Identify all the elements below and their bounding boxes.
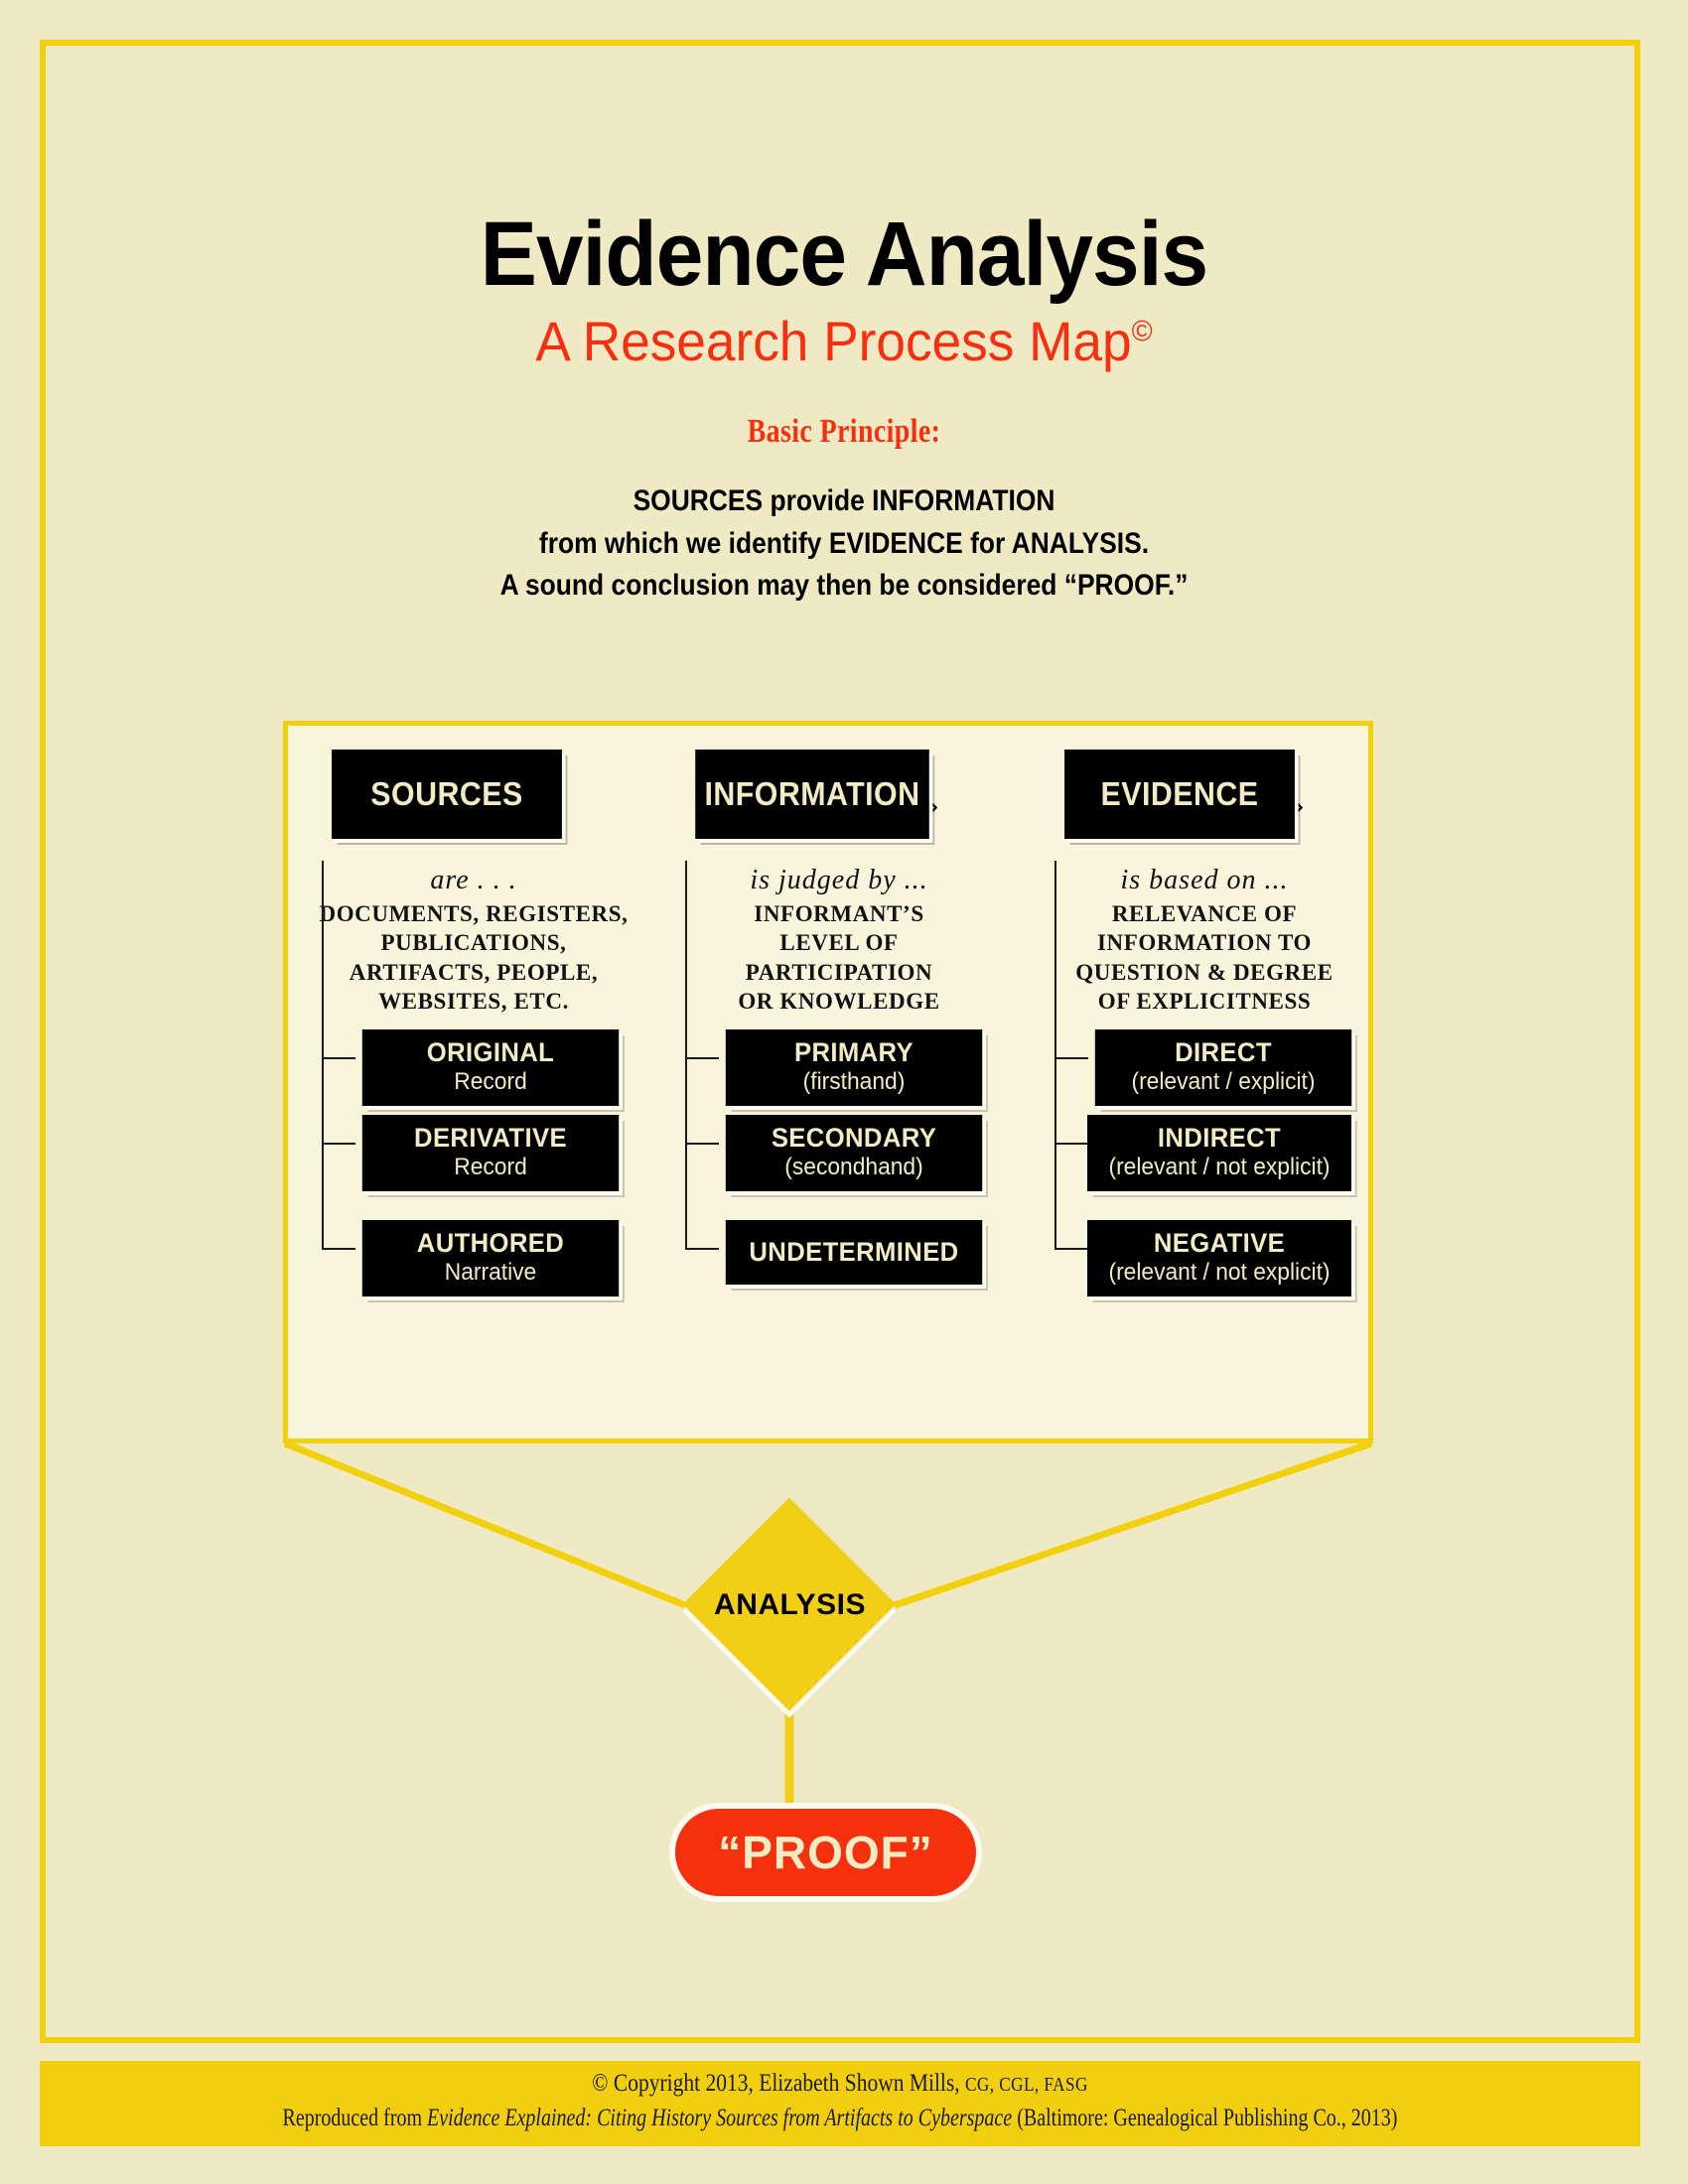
- header-box-information[interactable]: INFORMATION: [695, 750, 929, 839]
- diagram-panel: ⇨ ⇨ SOURCES are . . . DOCUMENTS, REGISTE…: [283, 721, 1373, 1443]
- footer-band: © Copyright 2013, Elizabeth Shown Mills,…: [40, 2061, 1640, 2146]
- header-box-evidence[interactable]: EVIDENCE: [1064, 750, 1295, 839]
- information-body-line: OR KNOWLEDGE: [738, 989, 940, 1015]
- evidence-body-line: RELEVANCE OF: [1111, 901, 1298, 926]
- footer-book-title: Evidence Explained: Citing History Sourc…: [427, 2105, 1013, 2131]
- item-title: INDIRECT: [1157, 1123, 1282, 1153]
- sources-description: are . . . DOCUMENTS, REGISTERS, PUBLICAT…: [310, 865, 637, 1017]
- basic-principle-label: Basic Principle:: [747, 413, 941, 450]
- item-title: SECONDARY: [771, 1123, 937, 1153]
- evidence-body: RELEVANCE OF INFORMATION TO QUESTION & D…: [1041, 899, 1368, 1017]
- principle-line: A sound conclusion may then be considere…: [499, 569, 1189, 603]
- item-box-negative[interactable]: NEGATIVE (relevant / not explicit): [1087, 1220, 1351, 1297]
- footer-copyright-main: © Copyright 2013, Elizabeth Shown Mills,: [592, 2070, 966, 2097]
- tree-branch-information: [685, 1057, 719, 1059]
- information-body-line: PARTICIPATION: [745, 959, 933, 985]
- evidence-body-line: OF EXPLICITNESS: [1097, 989, 1312, 1015]
- tree-branch-sources: [322, 1248, 355, 1250]
- item-subtitle: Record: [454, 1154, 527, 1181]
- subtitle-text: A Research Process Map: [535, 310, 1132, 372]
- sources-body-line: ARTIFACTS, PEOPLE,: [349, 959, 599, 985]
- column-sources: SOURCES are . . . DOCUMENTS, REGISTERS, …: [310, 750, 637, 1297]
- item-title: DIRECT: [1175, 1037, 1272, 1067]
- item-title: UNDETERMINED: [749, 1237, 959, 1267]
- analysis-node[interactable]: ANALYSIS: [682, 1497, 897, 1711]
- sources-body-line: DOCUMENTS, REGISTERS,: [319, 901, 629, 926]
- item-subtitle: (firsthand): [802, 1068, 906, 1096]
- tree-branch-information: [685, 1248, 719, 1250]
- footer-copyright: © Copyright 2013, Elizabeth Shown Mills,…: [152, 2070, 1528, 2098]
- item-subtitle: Narrative: [444, 1259, 537, 1287]
- tree-trunk-evidence: [1055, 861, 1056, 1248]
- sources-body: DOCUMENTS, REGISTERS, PUBLICATIONS, ARTI…: [310, 899, 637, 1017]
- column-information: INFORMATION is judged by ... INFORMANT’S…: [675, 750, 1003, 1286]
- evidence-description: is based on ... RELEVANCE OF INFORMATION…: [1041, 865, 1368, 1017]
- proof-node[interactable]: “PROOF”: [675, 1809, 976, 1896]
- item-title: NEGATIVE: [1153, 1228, 1286, 1258]
- page-subtitle: A Research Process Map©: [43, 314, 1646, 369]
- tree-trunk-information: [685, 861, 687, 1248]
- sources-body-line: WEBSITES, ETC.: [378, 989, 569, 1015]
- column-evidence: EVIDENCE is based on ... RELEVANCE OF IN…: [1041, 750, 1368, 1297]
- item-box-derivative[interactable]: DERIVATIVE Record: [361, 1115, 620, 1191]
- principle-line: SOURCES provide INFORMATION: [633, 484, 1055, 517]
- tree-branch-evidence: [1055, 1057, 1088, 1059]
- item-title: ORIGINAL: [426, 1037, 555, 1067]
- item-subtitle: Record: [454, 1068, 527, 1096]
- item-box-undetermined[interactable]: UNDETERMINED: [725, 1220, 983, 1286]
- tree-branch-evidence: [1055, 1143, 1088, 1145]
- footer-attribution: Reproduced from Evidence Explained: Citi…: [200, 2105, 1480, 2132]
- copyright-mark-icon: ©: [1131, 315, 1153, 348]
- item-box-secondary[interactable]: SECONDARY (secondhand): [725, 1115, 983, 1191]
- item-title: AUTHORED: [416, 1228, 565, 1258]
- information-description: is judged by ... INFORMANT’S LEVEL OF PA…: [675, 865, 1003, 1017]
- information-lead: is judged by ...: [750, 865, 928, 895]
- item-subtitle: (relevant / explicit): [1131, 1068, 1316, 1096]
- item-subtitle: (relevant / not explicit): [1108, 1154, 1331, 1181]
- item-title: PRIMARY: [794, 1037, 914, 1067]
- item-title: DERIVATIVE: [414, 1123, 567, 1153]
- item-box-direct[interactable]: DIRECT (relevant / explicit): [1094, 1029, 1352, 1106]
- principle-line: from which we identify EVIDENCE for ANAL…: [538, 526, 1150, 560]
- information-body: INFORMANT’S LEVEL OF PARTICIPATION OR KN…: [675, 899, 1003, 1017]
- page-header: Evidence Analysis A Research Process Map…: [0, 208, 1688, 608]
- information-body-line: LEVEL OF: [779, 930, 899, 956]
- sources-lead: are . . .: [430, 865, 517, 895]
- item-box-original[interactable]: ORIGINAL Record: [361, 1029, 620, 1106]
- item-box-authored[interactable]: AUTHORED Narrative: [361, 1220, 620, 1297]
- tree-branch-evidence: [1055, 1248, 1088, 1250]
- analysis-label: ANALYSIS: [714, 1587, 866, 1621]
- item-subtitle: (secondhand): [784, 1154, 923, 1181]
- tree-branch-information: [685, 1143, 719, 1145]
- evidence-body-line: QUESTION & DEGREE: [1075, 959, 1334, 985]
- evidence-body-line: INFORMATION TO: [1096, 930, 1313, 956]
- tree-trunk-sources: [322, 861, 324, 1248]
- information-body-line: INFORMANT’S: [754, 901, 924, 926]
- item-box-indirect[interactable]: INDIRECT (relevant / not explicit): [1087, 1115, 1351, 1191]
- footer-attribution-suffix: (Baltimore: Genealogical Publishing Co.,…: [1012, 2105, 1398, 2131]
- item-subtitle: (relevant / not explicit): [1108, 1259, 1331, 1287]
- item-box-primary[interactable]: PRIMARY (firsthand): [725, 1029, 983, 1106]
- page-title: Evidence Analysis: [480, 204, 1208, 305]
- tree-branch-sources: [322, 1057, 355, 1059]
- footer-attribution-prefix: Reproduced from: [282, 2105, 428, 2131]
- footer-credentials: CG, CGL, FASG: [965, 2074, 1088, 2096]
- sources-body-line: PUBLICATIONS,: [380, 930, 567, 956]
- tree-branch-sources: [322, 1143, 355, 1145]
- header-box-sources[interactable]: SOURCES: [332, 750, 562, 839]
- basic-principle-text: SOURCES provide INFORMATION from which w…: [101, 480, 1587, 608]
- evidence-lead: is based on ...: [1120, 865, 1289, 895]
